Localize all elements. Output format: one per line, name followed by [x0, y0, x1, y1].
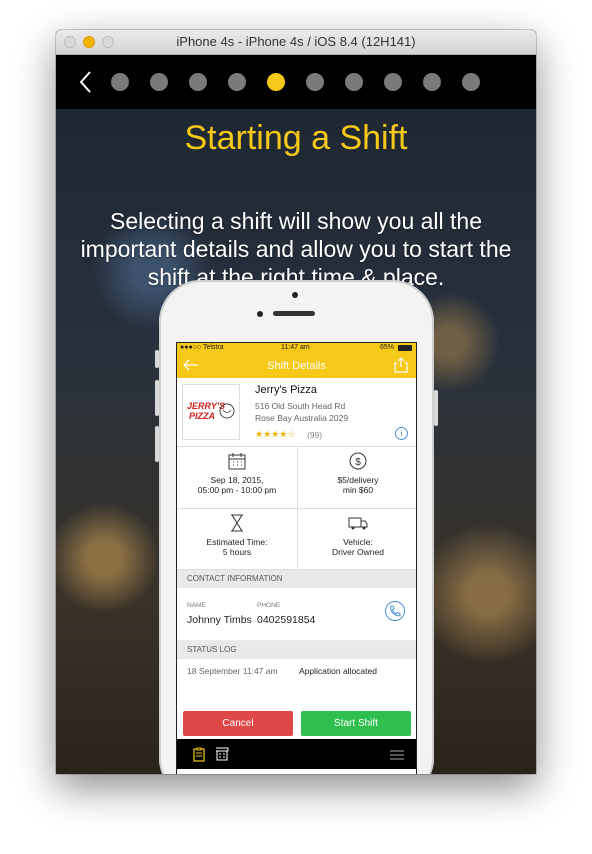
nav-title: Shift Details: [267, 360, 326, 372]
page-dot-6[interactable]: [306, 73, 324, 91]
window-title: iPhone 4s - iPhone 4s / iOS 8.4 (12H141): [176, 34, 416, 49]
page-dot-9[interactable]: [423, 73, 441, 91]
address-line-1: 516 Old South Head Rd: [255, 401, 346, 411]
pay-cell: $ $5/delivery min $60: [298, 447, 416, 508]
contact-section-header: CONTACT INFORMATION: [177, 570, 416, 588]
contact-name-label: NAME: [187, 602, 206, 609]
battery-label: 65%: [379, 344, 394, 351]
shift-time: 05:00 pm - 10:00 pm: [197, 485, 277, 495]
page-dot-1[interactable]: [111, 73, 129, 91]
status-log-section-header: STATUS LOG: [177, 641, 416, 659]
clipboard-icon[interactable]: [193, 747, 205, 762]
log-entry-text: Application allocated: [299, 666, 377, 676]
proximity-sensor: [257, 311, 263, 317]
calendar-icon: [228, 453, 246, 470]
page-dot-5[interactable]: [267, 73, 285, 91]
simulator-window: iPhone 4s - iPhone 4s / iOS 8.4 (12H141)…: [56, 30, 536, 774]
contact-name: Johnny Timbs: [187, 614, 252, 626]
hourglass-icon: [231, 514, 243, 532]
cancel-button[interactable]: Cancel: [183, 711, 293, 736]
pay-rate: $5/delivery: [337, 475, 379, 485]
tab-bar: [177, 739, 416, 769]
estimated-time-label: Estimated Time:: [206, 537, 268, 547]
back-arrow-icon[interactable]: [76, 69, 98, 95]
page-dot-10[interactable]: [462, 73, 480, 91]
address-line-2: Rose Bay Australia 2029: [255, 413, 349, 423]
business-name: Jerry's Pizza: [255, 384, 317, 396]
power-button: [434, 390, 438, 426]
contact-row: NAME PHONE Johnny Timbs 0402591854: [177, 588, 416, 641]
page-dot-7[interactable]: [345, 73, 363, 91]
business-card[interactable]: JERRY'S PIZZA Jerry's Pizza 516 Old Sout…: [177, 378, 416, 447]
vehicle-icon: [348, 517, 368, 530]
contact-phone-label: PHONE: [257, 602, 281, 609]
svg-text:$: $: [355, 457, 361, 468]
log-entry-time: 18 September 11:47 am: [187, 666, 278, 676]
clock-label: 11:47 am: [281, 344, 310, 351]
battery-icon: [398, 345, 412, 351]
page-dot-3[interactable]: [189, 73, 207, 91]
shift-date: Sep 18, 2015,: [210, 475, 264, 485]
phone-mockup: ●●●○○ Telstra 11:47 am 65% Shift Details: [155, 280, 438, 774]
earpiece-speaker: [273, 311, 315, 316]
nav-bar: Shift Details: [177, 353, 416, 378]
vehicle-label: Vehicle:: [343, 537, 373, 547]
app-screen: ●●●○○ Telstra 11:47 am 65% Shift Details: [176, 342, 417, 774]
page-dot-2[interactable]: [150, 73, 168, 91]
rating-stars: ★★★★☆: [255, 429, 296, 439]
info-icon[interactable]: i: [395, 427, 408, 440]
store-icon[interactable]: [215, 747, 229, 761]
menu-icon[interactable]: [390, 750, 404, 760]
contact-phone: 0402591854: [257, 614, 316, 626]
carrier-label: ●●●○○ Telstra: [180, 344, 224, 351]
review-count: (99): [307, 430, 323, 440]
estimated-time-cell: Estimated Time: 5 hours: [177, 509, 297, 570]
business-logo: JERRY'S PIZZA: [182, 384, 240, 440]
volume-down-button: [155, 426, 159, 462]
estimated-time-value: 5 hours: [222, 547, 252, 557]
page-dot-8[interactable]: [384, 73, 402, 91]
onboarding-top-bar: [56, 55, 536, 109]
call-icon[interactable]: [384, 600, 406, 622]
page-dot-4[interactable]: [228, 73, 246, 91]
vehicle-cell: Vehicle: Driver Owned: [298, 509, 416, 570]
onboarding-screen: Starting a Shift Selecting a shift will …: [56, 55, 536, 774]
vehicle-value: Driver Owned: [332, 547, 384, 557]
pay-minimum: min $60: [342, 485, 374, 495]
dollar-icon: $: [349, 452, 367, 470]
shift-details-grid: Sep 18, 2015, 05:00 pm - 10:00 pm $ $5/d…: [177, 447, 416, 570]
window-titlebar: iPhone 4s - iPhone 4s / iOS 8.4 (12H141): [56, 30, 536, 55]
status-log-entry: 18 September 11:47 am Application alloca…: [177, 659, 416, 689]
onboarding-subtitle: Selecting a shift will show you all the …: [80, 208, 512, 290]
mute-switch: [155, 350, 159, 368]
share-icon[interactable]: [394, 357, 408, 373]
onboarding-title: Starting a Shift: [184, 119, 408, 157]
svg-text:PIZZA: PIZZA: [189, 411, 215, 421]
svg-text:JERRY'S: JERRY'S: [187, 401, 225, 411]
start-shift-button[interactable]: Start Shift: [301, 711, 411, 736]
status-bar: ●●●○○ Telstra 11:47 am 65%: [177, 343, 416, 353]
date-cell: Sep 18, 2015, 05:00 pm - 10:00 pm: [177, 447, 297, 508]
front-camera: [292, 292, 298, 298]
volume-up-button: [155, 380, 159, 416]
